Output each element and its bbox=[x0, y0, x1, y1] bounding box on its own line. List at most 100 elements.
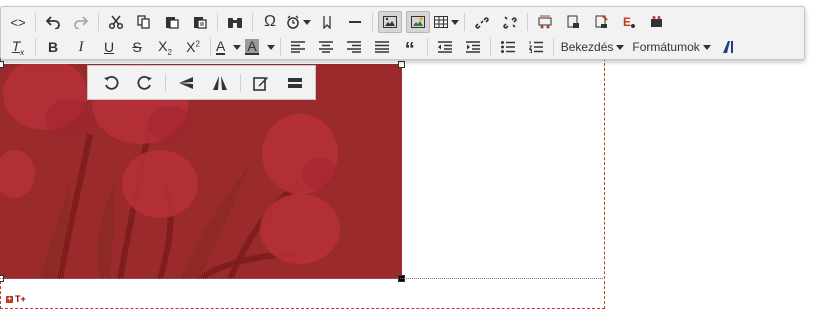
undo-icon bbox=[46, 16, 60, 29]
plugin-button-5[interactable] bbox=[645, 11, 669, 33]
selection-line bbox=[0, 278, 605, 279]
strikethrough-button[interactable]: S bbox=[125, 36, 149, 58]
bullet-list-button[interactable] bbox=[496, 36, 520, 58]
paste-text-icon bbox=[194, 17, 207, 29]
flip-vertical-button[interactable] bbox=[171, 72, 201, 94]
find-icon bbox=[228, 18, 242, 28]
plugin-button-1[interactable] bbox=[533, 11, 557, 33]
link-icon bbox=[475, 17, 489, 29]
undo-button[interactable] bbox=[41, 11, 65, 33]
background-color-icon: A bbox=[245, 38, 259, 55]
numbered-list-icon bbox=[528, 41, 543, 53]
italic-button[interactable]: I bbox=[69, 36, 93, 58]
resize-handle-top-left[interactable] bbox=[0, 61, 4, 68]
link-button[interactable] bbox=[470, 11, 494, 33]
italic-icon: I bbox=[78, 38, 84, 55]
table-button[interactable] bbox=[434, 11, 459, 33]
add-text-label: T+ bbox=[15, 294, 26, 304]
align-justify-button[interactable] bbox=[370, 36, 394, 58]
toolbar-separator bbox=[464, 13, 465, 31]
find-button[interactable] bbox=[223, 11, 247, 33]
align-center-button[interactable] bbox=[314, 36, 338, 58]
paste-button[interactable] bbox=[160, 11, 184, 33]
outdent-button[interactable] bbox=[433, 36, 457, 58]
image-button[interactable] bbox=[378, 11, 402, 33]
subscript-icon: X2 bbox=[158, 37, 172, 57]
quote-icon: “ bbox=[404, 39, 415, 61]
copy-button[interactable] bbox=[132, 11, 156, 33]
superscript-icon: X2 bbox=[186, 39, 200, 55]
align-left-button[interactable] bbox=[286, 36, 310, 58]
edit-image-icon bbox=[253, 76, 268, 91]
plugin-form-icon bbox=[538, 15, 552, 29]
horizontal-rule-button[interactable] bbox=[343, 11, 367, 33]
paragraph-format-label: Bekezdés bbox=[560, 40, 614, 54]
toolbar-row-2: Tx B I U S X2 X2 A A “ Bekezdés Formátum… bbox=[4, 35, 743, 61]
blockquote-button[interactable]: “ bbox=[398, 36, 422, 61]
unlink-button[interactable] bbox=[498, 11, 522, 33]
text-color-icon: A bbox=[216, 38, 226, 55]
edit-image-button[interactable] bbox=[246, 72, 276, 94]
source-code-button[interactable]: <> bbox=[6, 11, 30, 33]
resize-handle-top-right[interactable] bbox=[398, 61, 405, 68]
underline-button[interactable]: U bbox=[97, 36, 121, 58]
superscript-button[interactable]: X2 bbox=[181, 36, 205, 58]
insert-time-button[interactable] bbox=[286, 11, 311, 33]
background-color-button[interactable]: A bbox=[245, 36, 275, 58]
align-right-button[interactable] bbox=[342, 36, 366, 58]
clear-format-icon: Tx bbox=[11, 37, 25, 57]
plugin-page-red-icon bbox=[595, 15, 608, 28]
add-text-control[interactable]: + T+ bbox=[6, 294, 26, 304]
numbered-list-button[interactable] bbox=[524, 36, 548, 58]
flip-horizontal-button[interactable] bbox=[205, 72, 235, 94]
toolbar-separator bbox=[489, 38, 491, 56]
paste-icon bbox=[166, 17, 179, 29]
unlink-icon bbox=[503, 16, 517, 29]
toolbar-separator bbox=[279, 38, 281, 56]
plugin-button-2[interactable] bbox=[561, 11, 585, 33]
ai-plugin-button[interactable] bbox=[717, 36, 741, 58]
redo-button[interactable] bbox=[69, 11, 93, 33]
toolbar-separator bbox=[210, 38, 211, 56]
indent-button[interactable] bbox=[461, 36, 485, 58]
clear-format-button[interactable]: Tx bbox=[6, 36, 30, 58]
special-char-button[interactable]: Ω bbox=[258, 11, 282, 33]
svg-text:E: E bbox=[623, 15, 631, 29]
toolbar-separator bbox=[426, 38, 428, 56]
toolbar-separator bbox=[372, 13, 373, 31]
paste-text-button[interactable] bbox=[188, 11, 212, 33]
toolbar-separator bbox=[552, 38, 554, 56]
align-justify-icon bbox=[374, 41, 389, 53]
plus-icon: + bbox=[6, 295, 13, 303]
image-options-icon bbox=[288, 77, 302, 88]
subscript-button[interactable]: X2 bbox=[153, 36, 177, 58]
ai-plugin-icon bbox=[722, 41, 733, 53]
align-right-icon bbox=[346, 41, 361, 53]
paragraph-format-dropdown[interactable]: Bekezdés bbox=[557, 36, 629, 58]
bookmark-button[interactable] bbox=[315, 11, 339, 33]
plugin-button-4[interactable]: E bbox=[617, 11, 641, 33]
toolbar-separator bbox=[35, 38, 36, 56]
editor-toolbar: <> Ω E Tx B I U S X2 X2 A A “ Bekezdés F… bbox=[0, 6, 805, 60]
strikethrough-icon: S bbox=[132, 39, 142, 55]
align-left-icon bbox=[290, 41, 305, 53]
image-options-button[interactable] bbox=[280, 72, 310, 94]
toolbar-separator bbox=[527, 13, 528, 31]
toolbar-separator bbox=[217, 13, 218, 31]
rotate-right-button[interactable] bbox=[130, 72, 160, 94]
outdent-icon bbox=[437, 41, 452, 53]
special-char-icon: Ω bbox=[264, 13, 276, 30]
media-icon bbox=[411, 16, 425, 28]
toolbar-separator bbox=[165, 73, 166, 92]
horizontal-rule-icon bbox=[349, 21, 361, 23]
formats-dropdown[interactable]: Formátumok bbox=[628, 36, 714, 58]
cut-button[interactable] bbox=[104, 11, 128, 33]
plugin-video-icon bbox=[651, 16, 662, 27]
insert-time-icon bbox=[287, 15, 299, 29]
bold-button[interactable]: B bbox=[41, 36, 65, 58]
toolbar-separator bbox=[240, 73, 241, 92]
rotate-left-button[interactable] bbox=[96, 72, 126, 94]
media-button[interactable] bbox=[406, 11, 430, 33]
plugin-button-3[interactable] bbox=[589, 11, 613, 33]
text-color-button[interactable]: A bbox=[216, 36, 242, 58]
